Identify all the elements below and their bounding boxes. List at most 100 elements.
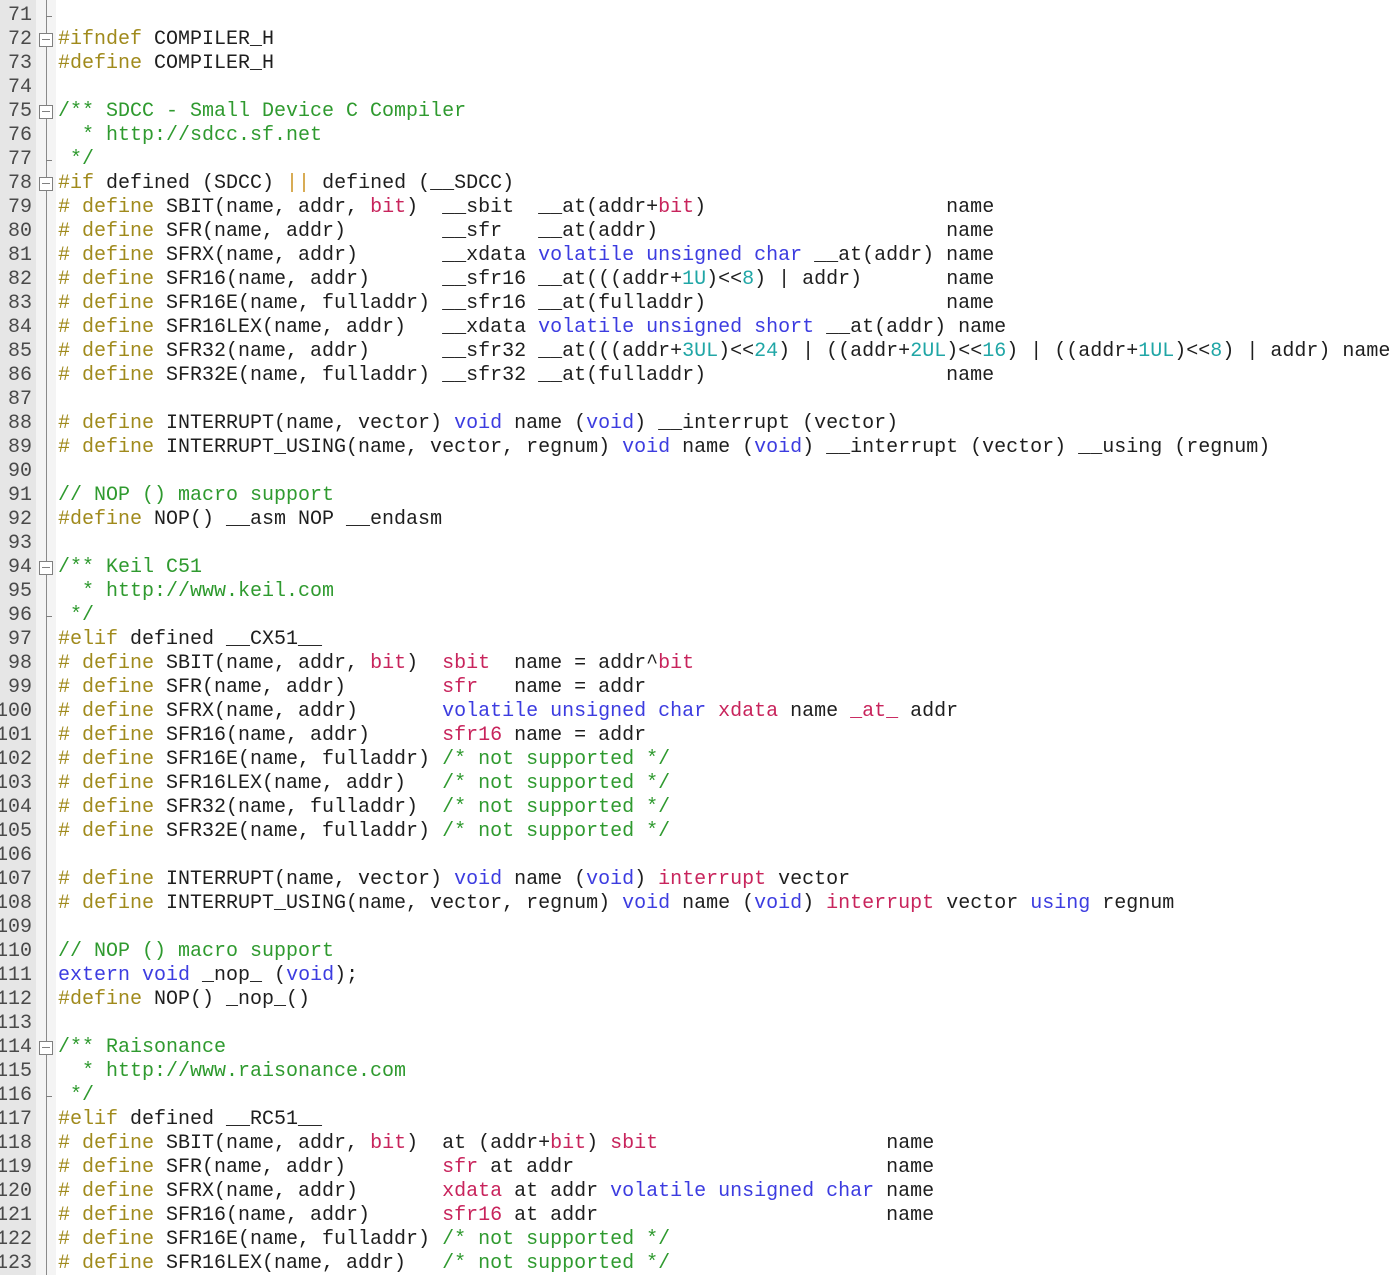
code-line[interactable]: 87 <box>0 388 1393 412</box>
code-line[interactable]: 109 <box>0 916 1393 940</box>
code-editor[interactable]: 71 72 #ifndef COMPILER_H 73 #define COMPILER… <box>0 4 1393 1276</box>
number-token: 8 <box>1210 340 1223 363</box>
code-line[interactable]: 75 /** SDCC - Small Device C Compiler <box>0 100 1393 124</box>
code-line[interactable]: 120 # define SFRX(name, addr) xdata at ad… <box>0 1180 1393 1204</box>
text-token: INTERRUPT_USING(name, vector, regnum) <box>154 436 623 459</box>
fold-collapse-icon[interactable] <box>39 33 53 47</box>
text-token: SBIT(name, addr, <box>154 652 371 675</box>
line-number: 86 <box>7 364 32 387</box>
code-line[interactable]: 112 #define NOP() _nop_() <box>0 988 1393 1012</box>
code-text: # define SBIT(name, addr, bit) at (addr+… <box>58 1132 934 1156</box>
code-line[interactable]: 121 # define SFR16(name, addr) sfr16 at a… <box>0 1204 1393 1228</box>
line-number: 122 <box>0 1228 32 1251</box>
text-token: ); <box>334 964 359 987</box>
code-line[interactable]: 108 # define INTERRUPT_USING(name, vector… <box>0 892 1393 916</box>
operator-token: || <box>286 172 311 195</box>
code-line[interactable]: 82 # define SFR16(name, addr) __sfr16 __a… <box>0 268 1393 292</box>
preprocessor-token: # define <box>58 292 155 315</box>
code-line[interactable]: 113 <box>0 1012 1393 1036</box>
comment-token: /* not supported */ <box>442 772 671 795</box>
code-line[interactable]: 74 <box>0 76 1393 100</box>
text-token: defined __CX51__ <box>118 628 323 651</box>
code-line[interactable]: 81 # define SFRX(name, addr) __xdata vola… <box>0 244 1393 268</box>
code-line[interactable]: 85 # define SFR32(name, addr) __sfr32 __a… <box>0 340 1393 364</box>
line-number: 107 <box>0 868 32 891</box>
number-token: 8 <box>742 268 755 291</box>
code-line[interactable]: 72 #ifndef COMPILER_H <box>0 28 1393 52</box>
code-line[interactable]: 105 # define SFR32E(name, fulladdr) /* no… <box>0 820 1393 844</box>
code-line[interactable]: 111 extern void _nop_ (void); <box>0 964 1393 988</box>
line-number: 90 <box>7 460 32 483</box>
code-line[interactable]: 86 # define SFR32E(name, fulladdr) __sfr3… <box>0 364 1393 388</box>
preprocessor-token: # define <box>58 196 155 219</box>
code-line[interactable]: 76 * http://sdcc.sf.net <box>0 124 1393 148</box>
preprocessor-token: # define <box>58 748 155 771</box>
code-line[interactable]: 123 # define SFR16LEX(name, addr) /* not … <box>0 1252 1393 1276</box>
code-line[interactable]: 104 # define SFR32(name, fulladdr) /* not… <box>0 796 1393 820</box>
code-line[interactable]: 93 <box>0 532 1393 556</box>
line-number: 114 <box>0 1036 32 1059</box>
fold-collapse-icon[interactable] <box>39 1041 53 1055</box>
text-token: ) <box>802 892 827 915</box>
code-line[interactable]: 116 */ <box>0 1084 1393 1108</box>
text-token: addr <box>898 700 959 723</box>
code-line[interactable]: 88 # define INTERRUPT(name, vector) void … <box>0 412 1393 436</box>
code-line[interactable]: 117 #elif defined __RC51__ <box>0 1108 1393 1132</box>
keyword2-token: bit <box>658 196 695 219</box>
preprocessor-token: # define <box>58 364 155 387</box>
code-line[interactable]: 122 # define SFR16E(name, fulladdr) /* no… <box>0 1228 1393 1252</box>
code-line[interactable]: 89 # define INTERRUPT_USING(name, vector,… <box>0 436 1393 460</box>
code-line[interactable]: 84 # define SFR16LEX(name, addr) __xdata … <box>0 316 1393 340</box>
code-line[interactable]: 106 <box>0 844 1393 868</box>
code-line[interactable]: 100 # define SFRX(name, addr) volatile un… <box>0 700 1393 724</box>
text-token: ) | addr) name <box>754 268 995 291</box>
line-number: 109 <box>0 916 32 939</box>
code-line[interactable]: 73 #define COMPILER_H <box>0 52 1393 76</box>
fold-collapse-icon[interactable] <box>39 177 53 191</box>
code-text: # define SFR16LEX(name, addr) /* not sup… <box>58 1252 670 1276</box>
line-number: 79 <box>7 196 32 219</box>
code-line[interactable]: 94 /** Keil C51 <box>0 556 1393 580</box>
preprocessor-token: # define <box>58 1228 155 1251</box>
code-line[interactable]: 80 # define SFR(name, addr) __sfr __at(ad… <box>0 220 1393 244</box>
code-line[interactable]: 77 */ <box>0 148 1393 172</box>
code-line[interactable]: 96 */ <box>0 604 1393 628</box>
code-text: * http://www.raisonance.com <box>58 1060 406 1084</box>
code-line[interactable]: 91 // NOP () macro support <box>0 484 1393 508</box>
code-line[interactable]: 99 # define SFR(name, addr) sfr name = ad… <box>0 676 1393 700</box>
code-line[interactable]: 102 # define SFR16E(name, fulladdr) /* no… <box>0 748 1393 772</box>
fold-collapse-icon[interactable] <box>39 105 53 119</box>
code-line[interactable]: 97 #elif defined __CX51__ <box>0 628 1393 652</box>
comment-token: /* not supported */ <box>442 1228 671 1251</box>
line-number: 81 <box>7 244 32 267</box>
line-number: 99 <box>7 676 32 699</box>
code-line[interactable]: 107 # define INTERRUPT(name, vector) void… <box>0 868 1393 892</box>
code-line[interactable]: 92 #define NOP() __asm NOP __endasm <box>0 508 1393 532</box>
code-line[interactable]: 71 <box>0 4 1393 28</box>
line-number: 120 <box>0 1180 32 1203</box>
code-line[interactable]: 119 # define SFR(name, addr) sfr at addr … <box>0 1156 1393 1180</box>
comment-token: /** SDCC - Small Device C Compiler <box>58 100 467 123</box>
comment-token: // NOP () macro support <box>58 484 335 507</box>
text-token: at addr name <box>478 1156 935 1179</box>
code-line[interactable]: 101 # define SFR16(name, addr) sfr16 name… <box>0 724 1393 748</box>
code-line[interactable]: 118 # define SBIT(name, addr, bit) at (ad… <box>0 1132 1393 1156</box>
text-token: NOP() _nop_() <box>142 988 311 1011</box>
text-token: )<< <box>1174 340 1211 363</box>
keyword-token: void <box>454 412 503 435</box>
code-line[interactable]: 114 /** Raisonance <box>0 1036 1393 1060</box>
code-line[interactable]: 90 <box>0 460 1393 484</box>
code-text: */ <box>58 604 94 628</box>
code-line[interactable]: 78 #if defined (SDCC) || defined (__SDCC) <box>0 172 1393 196</box>
code-line[interactable]: 110 // NOP () macro support <box>0 940 1393 964</box>
code-line[interactable]: 95 * http://www.keil.com <box>0 580 1393 604</box>
code-text: # define SFR16E(name, fulladdr) /* not s… <box>58 748 670 772</box>
fold-collapse-icon[interactable] <box>39 561 53 575</box>
preprocessor-token: #define <box>58 988 143 1011</box>
code-line[interactable]: 98 # define SBIT(name, addr, bit) sbit na… <box>0 652 1393 676</box>
code-line[interactable]: 83 # define SFR16E(name, fulladdr) __sfr1… <box>0 292 1393 316</box>
code-line[interactable]: 103 # define SFR16LEX(name, addr) /* not … <box>0 772 1393 796</box>
code-line[interactable]: 115 * http://www.raisonance.com <box>0 1060 1393 1084</box>
code-line[interactable]: 79 # define SBIT(name, addr, bit) __sbit … <box>0 196 1393 220</box>
keyword-token: void <box>754 436 803 459</box>
